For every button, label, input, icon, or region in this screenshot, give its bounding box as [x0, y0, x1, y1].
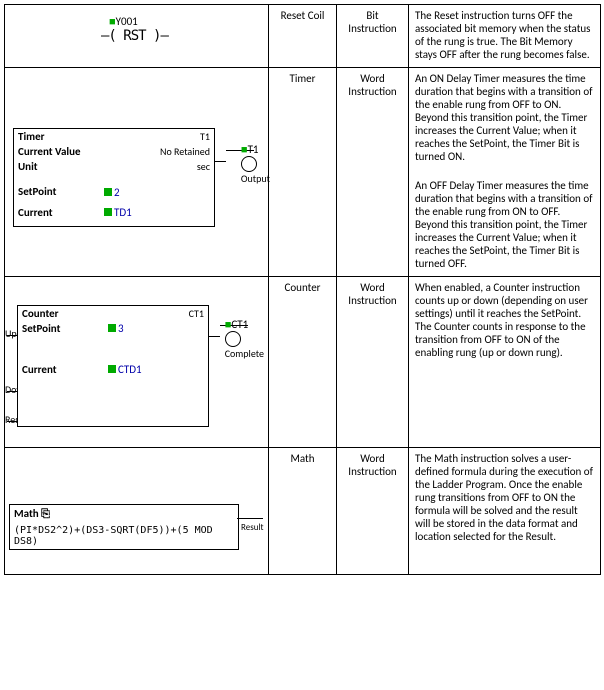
timer-block: TimerT1 Current ValueNo Retained Unitsec…: [13, 128, 215, 227]
instruction-kind: Bit Instruction: [337, 5, 409, 68]
coil-icon: [225, 331, 241, 347]
instruction-name: Timer: [269, 68, 337, 277]
connector: [214, 161, 226, 162]
table-row: Up Down Reset CounterCT1 SetPoint3 Curre…: [5, 277, 601, 448]
instruction-desc: The Reset instruction turns OFF the asso…: [409, 5, 601, 68]
math-diagram: Math ⎘ (PI*DS2^2)+(DS3-SQRT(DF5))+(5 MOD…: [9, 504, 268, 550]
counter-block: CounterCT1 SetPoint3 CurrentCTD1 ■CT1 Co…: [17, 305, 209, 427]
instruction-desc: When enabled, a Counter instruction coun…: [409, 277, 601, 448]
timer-output: ■T1 Output: [241, 143, 270, 185]
reset-coil-diagram: ■Y001 —( RST )—: [5, 5, 268, 44]
instruction-name: Reset Coil: [269, 5, 337, 68]
connector: [237, 518, 263, 519]
connector: [208, 336, 220, 337]
reset-symbol: —( RST )—: [101, 28, 168, 44]
math-block: Math ⎘ (PI*DS2^2)+(DS3-SQRT(DF5))+(5 MOD…: [9, 504, 239, 550]
instruction-kind: Word Instruction: [337, 68, 409, 277]
device-label: ■Y001: [109, 15, 138, 28]
page: ■Y001 —( RST )— Reset Coil Bit Instructi…: [0, 0, 604, 579]
instruction-desc: An ON Delay Timer measures the time dura…: [409, 68, 601, 277]
coil-icon: [241, 156, 257, 172]
instruction-name: Math: [269, 448, 337, 575]
table-row: TimerT1 Current ValueNo Retained Unitsec…: [5, 68, 601, 277]
table-row: ■Y001 —( RST )— Reset Coil Bit Instructi…: [5, 5, 601, 68]
open-icon: ⎘: [41, 507, 50, 520]
counter-output: ■CT1 Complete: [225, 318, 264, 360]
instruction-kind: Word Instruction: [337, 448, 409, 575]
counter-diagram: Up Down Reset CounterCT1 SetPoint3 Curre…: [17, 305, 268, 427]
input-up: Up: [5, 327, 17, 340]
instruction-desc: The Math instruction solves a user-defin…: [409, 448, 601, 575]
instruction-name: Counter: [269, 277, 337, 448]
instruction-table: ■Y001 —( RST )— Reset Coil Bit Instructi…: [4, 4, 601, 575]
math-output: Result: [241, 522, 264, 533]
table-row: Math ⎘ (PI*DS2^2)+(DS3-SQRT(DF5))+(5 MOD…: [5, 448, 601, 575]
instruction-kind: Word Instruction: [337, 277, 409, 448]
